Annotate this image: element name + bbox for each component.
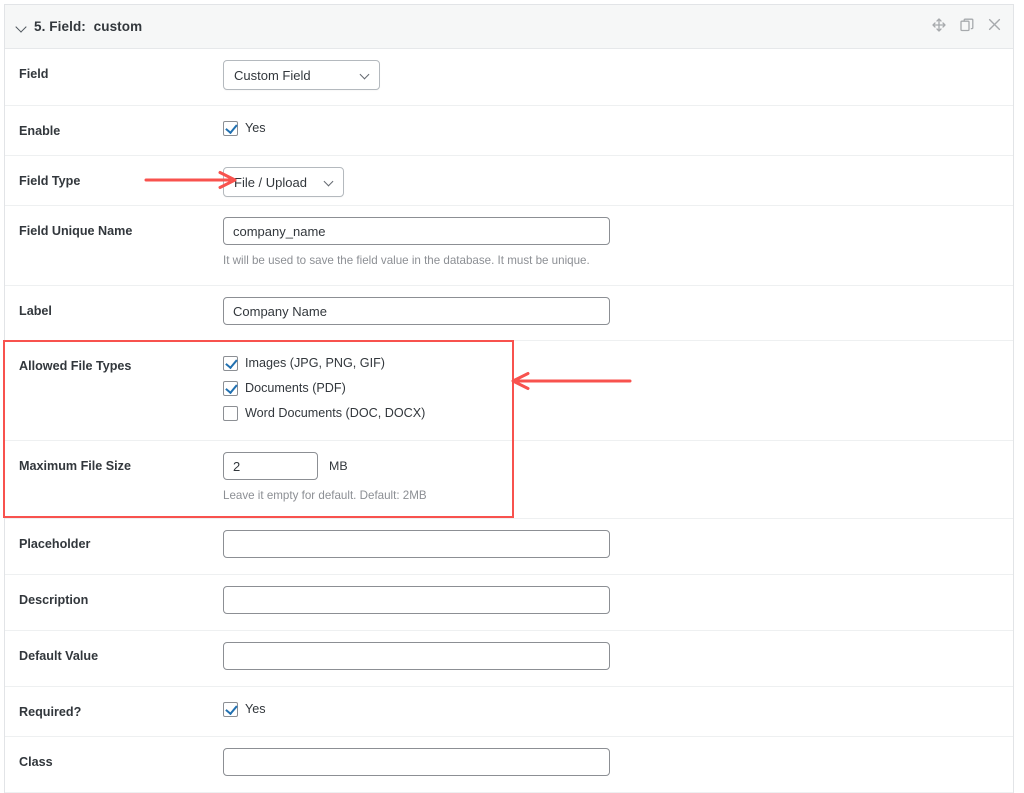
description-input[interactable] <box>223 586 610 614</box>
row-allowed-file-types: Allowed File Types Images (JPG, PNG, GIF… <box>5 341 1013 441</box>
page-title: 5. Field: custom <box>34 19 143 34</box>
row-label-field-unique-name: Field Unique Name <box>19 224 133 238</box>
field-settings-panel: 5. Field: custom Field Custom Field Enab… <box>4 4 1014 793</box>
row-label-field-type: Field Type <box>19 174 81 188</box>
maximum-file-size-group: MB <box>223 452 999 480</box>
row-control-description <box>223 575 1013 625</box>
row-control-field-type: File / Upload <box>223 156 1013 208</box>
row-label-class: Class <box>19 755 53 769</box>
row-control-label <box>223 286 1013 336</box>
row-default-value: Default Value <box>5 631 1013 687</box>
row-enable: Enable Yes <box>5 106 1013 156</box>
row-label-label: Label <box>19 304 52 318</box>
class-input[interactable] <box>223 748 610 776</box>
row-class: Class <box>5 737 1013 793</box>
row-field-unique-name: Field Unique Name It will be used to sav… <box>5 206 1013 286</box>
allowed-file-type-checkbox-images[interactable] <box>223 355 238 371</box>
maximum-file-size-help: Leave it empty for default. Default: 2MB <box>223 489 427 502</box>
placeholder-input[interactable] <box>223 530 610 558</box>
row-label-placeholder: Placeholder <box>19 537 91 551</box>
row-field: Field Custom Field <box>5 49 1013 106</box>
chevron-down-icon <box>361 71 370 80</box>
default-value-input[interactable] <box>223 642 610 670</box>
allowed-file-type-option: Images (JPG, PNG, GIF) <box>223 352 999 374</box>
row-label-allowed-file-types: Allowed File Types <box>19 359 132 373</box>
allowed-file-type-option: Word Documents (DOC, DOCX) <box>223 402 999 424</box>
row-control-field-unique-name: It will be used to save the field value … <box>223 206 1013 278</box>
allowed-file-type-checkbox-word[interactable] <box>223 405 238 421</box>
row-label-field-row: Label <box>5 286 1013 341</box>
row-control-required: Yes <box>223 687 1013 731</box>
enable-checkbox[interactable] <box>223 120 238 136</box>
field-unique-name-help: It will be used to save the field value … <box>223 254 590 267</box>
row-label-required: Required? <box>19 705 82 719</box>
duplicate-icon[interactable] <box>960 18 974 37</box>
chevron-down-icon <box>325 178 334 187</box>
row-control-class <box>223 737 1013 787</box>
allowed-file-type-label-word: Word Documents (DOC, DOCX) <box>245 406 426 420</box>
allowed-file-type-label-documents: Documents (PDF) <box>245 381 346 395</box>
row-description: Description <box>5 575 1013 631</box>
required-checkbox-label: Yes <box>245 702 266 716</box>
row-control-allowed-file-types: Images (JPG, PNG, GIF) Documents (PDF) W… <box>223 341 1013 438</box>
row-control-placeholder <box>223 519 1013 569</box>
row-label-default-value: Default Value <box>19 649 99 663</box>
row-control-maximum-file-size: MB Leave it empty for default. Default: … <box>223 441 1013 513</box>
allowed-file-type-label-images: Images (JPG, PNG, GIF) <box>245 356 385 370</box>
allowed-file-type-checkbox-documents[interactable] <box>223 380 238 396</box>
row-required: Required? Yes <box>5 687 1013 737</box>
required-checkbox[interactable] <box>223 701 238 717</box>
row-placeholder: Placeholder <box>5 519 1013 575</box>
allowed-file-type-option: Documents (PDF) <box>223 377 999 399</box>
close-icon[interactable] <box>988 18 1001 36</box>
row-control-default-value <box>223 631 1013 681</box>
required-checkbox-line: Yes <box>223 698 999 720</box>
maximum-file-size-input[interactable] <box>223 452 318 480</box>
row-maximum-file-size: Maximum File Size MB Leave it empty for … <box>5 441 1013 519</box>
panel-header-title-group: 5. Field: custom <box>5 19 142 34</box>
field-select[interactable]: Custom Field <box>223 60 380 90</box>
field-select-value: Custom Field <box>234 67 311 83</box>
field-type-select-value: File / Upload <box>234 174 307 190</box>
label-input[interactable] <box>223 297 610 325</box>
chevron-down-icon[interactable] <box>16 21 28 33</box>
field-type-select[interactable]: File / Upload <box>223 167 344 197</box>
move-handle-icon[interactable] <box>932 17 946 37</box>
row-label-enable: Enable <box>19 124 61 138</box>
maximum-file-size-unit: MB <box>329 459 348 473</box>
enable-checkbox-line: Yes <box>223 117 999 139</box>
row-label-description: Description <box>19 593 89 607</box>
field-settings-screenshot: 5. Field: custom Field Custom Field Enab… <box>0 0 1024 793</box>
row-control-field: Custom Field <box>223 49 1013 101</box>
field-unique-name-input[interactable] <box>223 217 610 245</box>
enable-checkbox-label: Yes <box>245 121 266 135</box>
row-control-enable: Yes <box>223 106 1013 150</box>
panel-header-actions <box>932 5 1001 49</box>
row-label-field: Field <box>19 67 49 81</box>
row-field-type: Field Type File / Upload <box>5 156 1013 206</box>
panel-header: 5. Field: custom <box>5 5 1013 49</box>
row-label-maximum-file-size: Maximum File Size <box>19 459 131 473</box>
